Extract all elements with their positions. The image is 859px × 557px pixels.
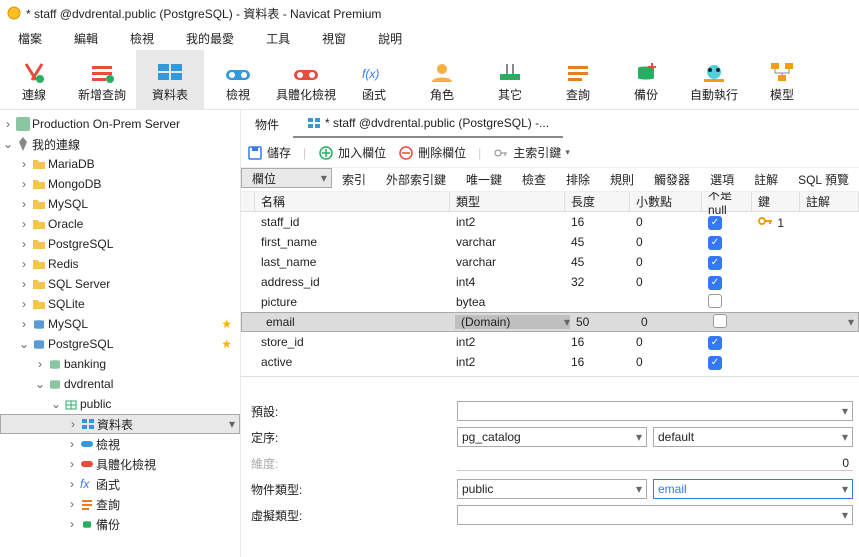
splitter[interactable] [241,376,859,386]
subtab-fkeys[interactable]: 外部索引鍵 [376,168,456,191]
tree-db-item[interactable]: ›SQL Server [0,274,240,294]
menu-window[interactable]: 視窗 [322,30,346,47]
grid-row[interactable]: first_namevarchar450✓ [241,232,859,252]
tree-db-item[interactable]: ›SQLite [0,294,240,314]
menu-file[interactable]: 檔案 [18,30,42,47]
label-virtualtype: 虛擬類型: [247,507,457,524]
grid-row[interactable]: activeint2160✓ [241,352,859,372]
label-default: 預設: [247,403,457,420]
tree-db-item[interactable]: ›Oracle [0,214,240,234]
tool-view[interactable]: 檢視 [204,50,272,109]
tree-leaf[interactable]: ›具體化檢視 [0,454,240,474]
grid-row[interactable]: picturebytea [241,292,859,312]
field-grid[interactable]: 名稱 類型 長度 小數點 不是 null 鍵 註解 staff_idint216… [241,192,859,372]
btn-pkey[interactable]: 主索引鍵▾ [493,144,570,161]
tab-staff[interactable]: * staff @dvdrental.public (PostgreSQL) -… [293,110,563,138]
tool-connection[interactable]: 連線 [0,50,68,109]
grid-row[interactable]: staff_idint2160✓ 1 [241,212,859,232]
tree-db-dvdrental[interactable]: ⌄dvdrental [0,374,240,394]
subtab-indexes[interactable]: 索引 [332,168,376,191]
tree-root-my[interactable]: ⌄我的連線 [0,134,240,154]
tool-function[interactable]: f(x)函式 [340,50,408,109]
input-objtype-name[interactable]: email [653,479,853,499]
col-notnull[interactable]: 不是 null [702,192,752,211]
menu-help[interactable]: 說明 [378,30,402,47]
tree-db-item[interactable]: ⌄PostgreSQL★ [0,334,240,354]
label-dimension: 維度: [247,455,457,472]
label-objecttype: 物件類型: [247,481,457,498]
subtab-checks[interactable]: 檢查 [512,168,556,191]
subtab-triggers[interactable]: 觸發器 [644,168,700,191]
tree-db-item[interactable]: ›Redis [0,254,240,274]
tree-leaf[interactable]: ›檢視 [0,434,240,454]
grid-row[interactable]: address_idint4320✓ [241,272,859,292]
grid-row[interactable]: last_namevarchar450✓ [241,252,859,272]
tool-matview[interactable]: 具體化檢視 [272,50,340,109]
input-collation-schema[interactable]: pg_catalog [457,427,647,447]
subtab-uniques[interactable]: 唯一鍵 [456,168,512,191]
subtab-fields[interactable]: 欄位 [241,168,332,188]
col-decimals[interactable]: 小數點 [630,192,702,211]
tree-db-item[interactable]: ›MariaDB [0,154,240,174]
tree-leaf[interactable]: ›資料表 [0,414,240,434]
col-name[interactable]: 名稱 [255,192,450,211]
table-icon [307,116,321,130]
tool-newquery[interactable]: 新增查詢 [68,50,136,109]
tree-db-banking[interactable]: ›banking [0,354,240,374]
subtab-comment[interactable]: 註解 [744,168,788,191]
tool-table[interactable]: 資料表 [136,50,204,109]
sidebar: ›Production On-Prem Server ⌄我的連線 ›MariaD… [0,110,241,557]
col-comment[interactable]: 註解 [800,192,859,211]
svg-text:f(x): f(x) [362,67,379,81]
menu-view[interactable]: 檢視 [130,30,154,47]
btn-delfield[interactable]: 刪除欄位 [398,144,466,161]
tree-db-item[interactable]: ›PostgreSQL [0,234,240,254]
col-type[interactable]: 類型 [450,192,565,211]
tool-other[interactable]: 其它 [476,50,544,109]
tree-leaf[interactable]: ›備份 [0,514,240,534]
menu-edit[interactable]: 編輯 [74,30,98,47]
app-icon [6,5,22,21]
tree-leaf[interactable]: ›查詢 [0,494,240,514]
tool-automation[interactable]: 自動執行 [680,50,748,109]
main-toolbar: 連線 新增查詢 資料表 檢視 具體化檢視 f(x)函式 角色 其它 查詢 備份 … [0,50,859,110]
subtabs: 欄位 索引 外部索引鍵 唯一鍵 檢查 排除 規則 觸發器 選項 註解 SQL 預… [241,168,859,192]
subtab-rules[interactable]: 規則 [600,168,644,191]
menu-tools[interactable]: 工具 [266,30,290,47]
col-length[interactable]: 長度 [565,192,630,211]
tool-model[interactable]: 模型 [748,50,816,109]
subtab-options[interactable]: 選項 [700,168,744,191]
tab-objects[interactable]: 物件 [241,110,293,138]
subtab-sqlpreview[interactable]: SQL 預覽 [788,168,859,191]
tool-backup[interactable]: 備份 [612,50,680,109]
input-collation-name[interactable]: default [653,427,853,447]
label-collation: 定序: [247,429,457,446]
btn-addfield[interactable]: 加入欄位 [318,144,386,161]
tree-db-item[interactable]: ›MySQL★ [0,314,240,334]
tool-role[interactable]: 角色 [408,50,476,109]
svg-text:fx: fx [80,477,90,491]
input-virtualtype[interactable] [457,505,853,525]
input-dimension[interactable]: 0 [457,456,853,471]
star-icon: ★ [221,337,232,351]
tree-schema-public[interactable]: ⌄public [0,394,240,414]
tree-db-item[interactable]: ›MySQL [0,194,240,214]
tree-leaf[interactable]: ›fx函式 [0,474,240,494]
input-default[interactable] [457,401,853,421]
col-key[interactable]: 鍵 [752,192,800,211]
subtab-excludes[interactable]: 排除 [556,168,600,191]
input-objtype-schema[interactable]: public [457,479,647,499]
tabstrip: 物件 * staff @dvdrental.public (PostgreSQL… [241,110,859,138]
grid-row[interactable]: store_idint2160✓ [241,332,859,352]
menubar: 檔案 編輯 檢視 我的最愛 工具 視窗 說明 [0,26,859,50]
star-icon: ★ [221,317,232,331]
tree-root-prod[interactable]: ›Production On-Prem Server [0,114,240,134]
menu-fav[interactable]: 我的最愛 [186,30,234,47]
grid-row[interactable]: email(Domain) ▾500 [241,312,859,332]
btn-save[interactable]: 儲存 [247,144,291,161]
tool-query[interactable]: 查詢 [544,50,612,109]
window-title: * staff @dvdrental.public (PostgreSQL) -… [26,5,381,22]
tree-db-item[interactable]: ›MongoDB [0,174,240,194]
